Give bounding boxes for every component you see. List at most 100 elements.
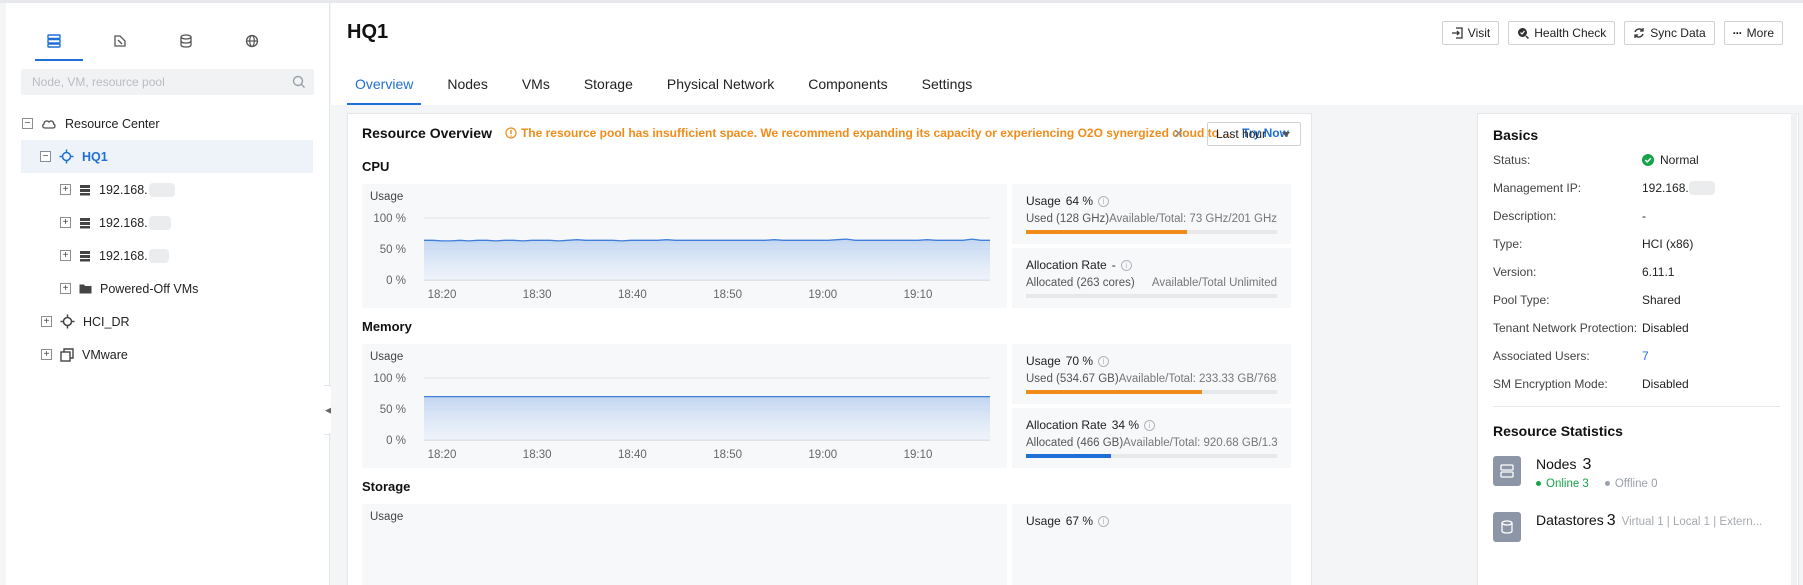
sidebar-tab-datastores[interactable] bbox=[153, 23, 219, 59]
datastores-label: Datastores bbox=[1536, 512, 1604, 528]
description-row: Description: - bbox=[1493, 209, 1793, 223]
tree-item-node-2[interactable]: + 192.168. bbox=[6, 206, 329, 239]
main-panel: HQ1 Visit Health Check Sync Data ··· Mor… bbox=[331, 3, 1803, 585]
expand-toggle-icon[interactable]: + bbox=[60, 217, 71, 228]
expand-toggle-icon[interactable]: + bbox=[60, 250, 71, 261]
sidebar-tab-edit[interactable] bbox=[87, 23, 153, 59]
tree-item-vmware[interactable]: + VMware bbox=[6, 338, 329, 371]
cpu-usage-value: 64 % bbox=[1065, 194, 1094, 208]
tab-vms[interactable]: VMs bbox=[514, 63, 558, 105]
resource-statistics-title: Resource Statistics bbox=[1493, 423, 1623, 439]
storage-usage-value: 67 % bbox=[1065, 514, 1094, 528]
cloud-icon bbox=[41, 117, 57, 131]
tree-label-hq1: HQ1 bbox=[82, 149, 108, 164]
search-input[interactable] bbox=[21, 69, 314, 95]
tree-item-node-3[interactable]: + 192.168. bbox=[6, 239, 329, 272]
storage-usage-label: Usage bbox=[1026, 514, 1061, 528]
type-label: Type: bbox=[1493, 237, 1523, 251]
cpu-xtick-label: 18:20 bbox=[428, 289, 457, 301]
info-icon[interactable]: i bbox=[1098, 515, 1110, 527]
more-label: More bbox=[1746, 26, 1774, 40]
cpu-ytick-label: 0 % bbox=[386, 275, 406, 287]
tab-storage[interactable]: Storage bbox=[576, 63, 641, 105]
resource-tree: − Resource Center − HQ1 + 192.168. + 192… bbox=[6, 107, 329, 371]
tree-item-node-1[interactable]: + 192.168. bbox=[6, 173, 329, 206]
folder-icon bbox=[79, 283, 92, 294]
tree-label-resource-center: Resource Center bbox=[65, 116, 160, 131]
cpu-allocated-text: Allocated (263 cores) bbox=[1026, 277, 1135, 289]
scrollbar[interactable] bbox=[1791, 113, 1797, 585]
time-range-value: Last hour bbox=[1216, 127, 1267, 141]
close-icon[interactable]: ✕ bbox=[1173, 126, 1184, 142]
sync-data-button[interactable]: Sync Data bbox=[1624, 21, 1715, 45]
sidebar-tab-network[interactable] bbox=[219, 23, 285, 59]
mgmt-ip-value: 192.168. bbox=[1642, 181, 1715, 195]
tree-item-hq1[interactable]: − HQ1 bbox=[21, 140, 313, 173]
search-icon[interactable] bbox=[292, 75, 306, 89]
divider bbox=[1493, 406, 1780, 407]
associated-users-link[interactable]: 7 bbox=[1642, 349, 1649, 363]
tab-physical-network[interactable]: Physical Network bbox=[659, 63, 782, 105]
status-text: Normal bbox=[1660, 153, 1699, 167]
mgmt-ip-row: Management IP: 192.168. bbox=[1493, 181, 1793, 195]
collapse-toggle-icon[interactable]: − bbox=[22, 118, 33, 129]
expand-toggle-icon[interactable]: + bbox=[60, 184, 71, 195]
memory-ytick-label: 100 % bbox=[373, 373, 406, 385]
offline-dot-icon bbox=[1604, 481, 1610, 487]
memory-xtick-label: 18:40 bbox=[618, 449, 647, 461]
cpu-xtick-label: 18:30 bbox=[523, 289, 552, 301]
expand-toggle-icon[interactable]: + bbox=[41, 316, 52, 327]
type-row: Type: HCI (x86) bbox=[1493, 237, 1793, 251]
tenant-protection-value: Disabled bbox=[1642, 321, 1689, 335]
mgmt-ip-label: Management IP: bbox=[1493, 181, 1582, 195]
memory-used-text: Used (534.67 GB) bbox=[1026, 373, 1119, 385]
health-check-button[interactable]: Health Check bbox=[1508, 21, 1616, 45]
mgmt-ip-text: 192.168. bbox=[1642, 181, 1689, 195]
cpu-xtick-label: 18:50 bbox=[713, 289, 742, 301]
tree-item-powered-off-vms[interactable]: + Powered-Off VMs bbox=[6, 272, 329, 305]
cpu-usage-card: Usage 64 % i Used (128 GHz) Available/To… bbox=[1012, 184, 1291, 244]
collapse-toggle-icon[interactable]: − bbox=[40, 151, 51, 162]
sync-icon bbox=[1634, 28, 1644, 38]
datastores-stat[interactable]: Datastores 3 Virtual 1 | Local 1 | Extern.… bbox=[1493, 512, 1762, 542]
resource-overview-header: Resource Overview The resource pool has … bbox=[348, 114, 1311, 152]
visit-button[interactable]: Visit bbox=[1441, 21, 1500, 45]
info-icon[interactable]: i bbox=[1098, 195, 1110, 207]
tree-item-resource-center[interactable]: − Resource Center bbox=[6, 107, 329, 140]
time-range-select[interactable]: Last hour bbox=[1207, 122, 1301, 146]
info-icon[interactable]: i bbox=[1098, 355, 1110, 367]
sidebar-tabs bbox=[6, 3, 329, 61]
tab-nodes[interactable]: Nodes bbox=[439, 63, 495, 105]
memory-alloc-label: Allocation Rate bbox=[1026, 418, 1107, 432]
sidebar-search bbox=[21, 69, 314, 95]
tab-components[interactable]: Components bbox=[800, 63, 895, 105]
server-icon bbox=[79, 250, 91, 262]
expand-toggle-icon[interactable]: + bbox=[41, 349, 52, 360]
info-icon[interactable]: i bbox=[1120, 259, 1132, 271]
tree-item-hci-dr[interactable]: + HCI_DR bbox=[6, 305, 329, 338]
basics-title: Basics bbox=[1493, 127, 1539, 143]
sidebar-tab-hosts[interactable] bbox=[21, 23, 87, 61]
cpu-usage-bar-fill bbox=[1026, 230, 1187, 234]
tab-overview[interactable]: Overview bbox=[347, 63, 422, 105]
datastores-count: 3 bbox=[1606, 512, 1616, 529]
cpu-xtick-label: 19:10 bbox=[904, 289, 933, 301]
memory-alloc-bar-fill bbox=[1026, 454, 1112, 458]
description-value: - bbox=[1642, 209, 1646, 223]
more-button[interactable]: ··· More bbox=[1723, 21, 1783, 45]
nodes-stat[interactable]: Nodes 3 Online 3 Offline 0 bbox=[1493, 456, 1657, 490]
tab-settings[interactable]: Settings bbox=[914, 63, 981, 105]
status-label: Status: bbox=[1493, 153, 1531, 167]
pool-type-value: Shared bbox=[1642, 293, 1681, 307]
cpu-alloc-bar bbox=[1026, 294, 1277, 298]
cpu-available-text: Available/Total: 73 GHz/201 GHz bbox=[1109, 213, 1277, 225]
expand-toggle-icon[interactable]: + bbox=[60, 283, 71, 294]
warning-icon bbox=[505, 127, 517, 139]
info-icon[interactable]: i bbox=[1144, 419, 1156, 431]
cpu-usage-chart: 100 % 50 % 0 % 18:20 18:30 18:40 18:50 19:00 19:… bbox=[373, 213, 990, 301]
online-dot-icon bbox=[1536, 481, 1541, 487]
memory-usage-chart: 100 % 50 % 0 % 18:20 18:30 18:40 18:50 19:00 19:… bbox=[373, 373, 990, 461]
cpu-xtick-label: 18:40 bbox=[618, 289, 647, 301]
memory-usage-value: 70 % bbox=[1065, 354, 1094, 368]
resource-overview-title: Resource Overview bbox=[362, 125, 492, 141]
